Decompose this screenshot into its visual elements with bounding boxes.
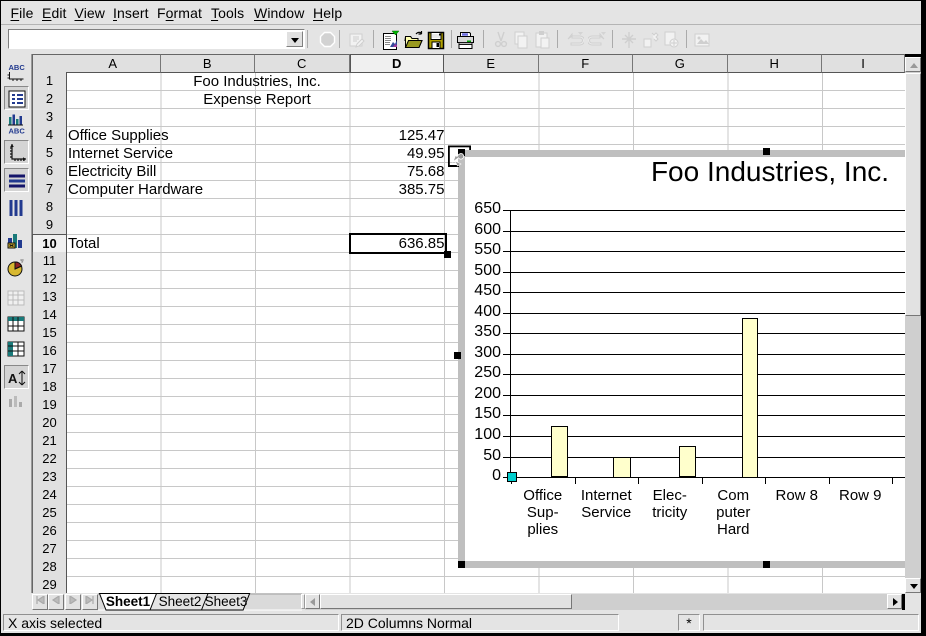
svg-text:A: A bbox=[8, 371, 18, 386]
svg-text:ABC: ABC bbox=[9, 63, 26, 72]
svg-text:Sheet1: Sheet1 bbox=[106, 594, 151, 609]
svg-text:ABC: ABC bbox=[9, 127, 26, 136]
svg-text:Sheet3: Sheet3 bbox=[205, 594, 248, 609]
svg-text:Sheet2: Sheet2 bbox=[159, 594, 202, 609]
